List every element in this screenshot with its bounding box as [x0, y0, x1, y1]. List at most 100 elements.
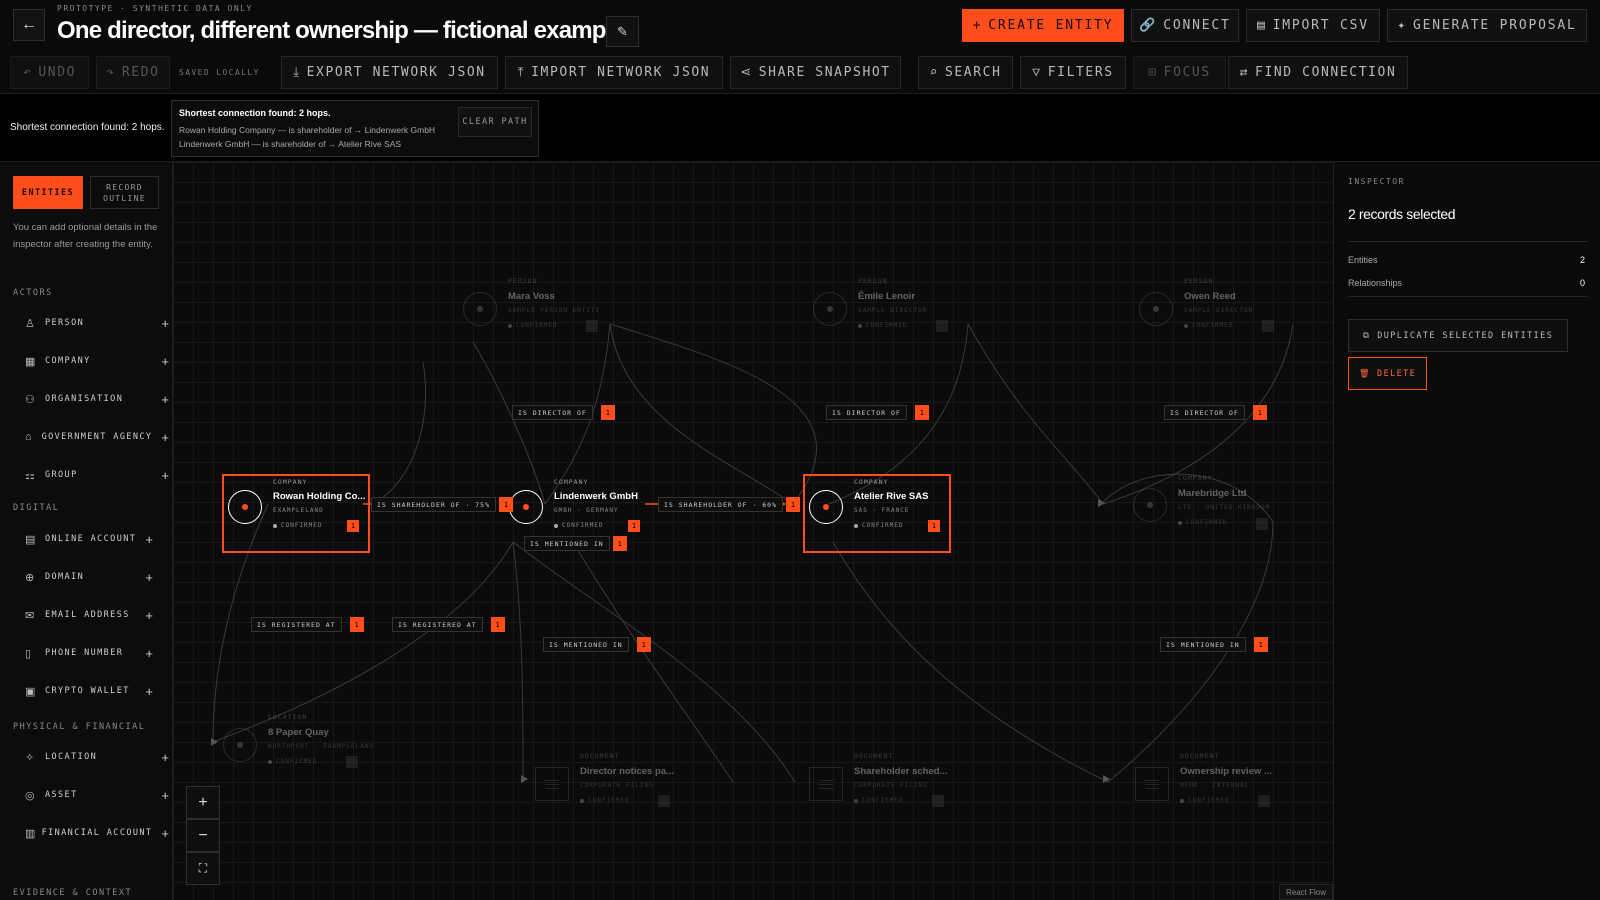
import-csv-button[interactable]: ▤ IMPORT CSV — [1246, 9, 1380, 42]
node-lindenwerk[interactable]: COMPANY Lindenwerk GmbH GMBH · GERMANY C… — [509, 466, 649, 542]
entity-type-email-address[interactable]: ✉ EMAIL ADDRESS + — [13, 600, 153, 630]
sparkle-icon: ✦ — [1397, 18, 1407, 33]
delete-button[interactable]: 🗑 DELETE — [1348, 357, 1427, 390]
clear-path-button[interactable]: CLEAR PATH — [458, 107, 532, 137]
export-network-json-button[interactable]: ⤓ EXPORT NETWORK JSON — [281, 56, 498, 89]
node-marebridge[interactable]: COMPANY Marebridge Ltd LTD · UNITED KING… — [1133, 468, 1269, 540]
edge-count-badge: 1 — [786, 497, 801, 512]
zoom-in-button[interactable]: + — [186, 786, 220, 819]
entity-type-phone-number[interactable]: ▯ PHONE NUMBER + — [13, 638, 153, 668]
entity-type-person[interactable]: ♙ PERSON + — [13, 308, 169, 338]
tab-entities[interactable]: ENTITIES — [13, 176, 83, 209]
edge-label-text: IS MENTIONED IN — [524, 536, 610, 551]
back-button[interactable]: ← — [13, 9, 45, 41]
edge-label[interactable]: IS DIRECTOR OF 1 — [512, 405, 615, 420]
node-type: DOCUMENT — [580, 752, 620, 760]
link-icon: 🔗 — [1139, 18, 1158, 33]
entity-type-crypto-wallet[interactable]: ▣ CRYPTO WALLET + — [13, 676, 153, 706]
search-button[interactable]: ⌕ SEARCH — [918, 56, 1013, 89]
node-director-notices[interactable]: DOCUMENT Director notices pa... CORPORAT… — [535, 745, 674, 817]
node-count-badge: 1 — [932, 795, 944, 807]
entity-type-location[interactable]: ✧ LOCATION + — [13, 742, 169, 772]
node-status: CONFIRMED — [580, 797, 630, 804]
node-emile-lenoir[interactable]: PERSON Émile Lenoir SAMPLE DIRECTOR CONF… — [813, 270, 948, 342]
undo-button[interactable]: ↶ UNDO — [10, 56, 89, 89]
node-paper-quay[interactable]: LOCATION 8 Paper Quay NORTHPORT · EXAMPL… — [223, 706, 373, 778]
entity-icon — [1139, 292, 1173, 326]
node-subtitle: EXAMPLELAND — [273, 507, 324, 514]
arrowhead — [211, 738, 218, 746]
edge[interactable] — [372, 361, 426, 505]
edge-label[interactable]: IS MENTIONED IN 1 — [543, 637, 651, 652]
edge[interactable] — [1107, 521, 1274, 783]
node-owen-reed[interactable]: PERSON Owen Reed SAMPLE DIRECTOR CONFIRM… — [1139, 270, 1274, 342]
edge-label[interactable]: IS SHAREHOLDER OF · 75% 1 — [371, 497, 514, 512]
stat-relationships: Relationships 0 — [1348, 278, 1585, 288]
node-status-text: CONFIRMED — [1192, 322, 1234, 329]
entity-type-label: EMAIL ADDRESS — [45, 610, 130, 620]
node-rowan-holding[interactable]: COMPANY Rowan Holding Co... EXAMPLELAND … — [228, 466, 368, 542]
node-subtitle: SAS · FRANCE — [854, 507, 910, 514]
group-label-physical-financial: PHYSICAL & FINANCIAL — [13, 722, 146, 732]
node-status-text: CONFIRMED — [516, 322, 558, 329]
entity-type-company[interactable]: ▦ COMPANY + — [13, 346, 169, 376]
edit-title-button[interactable]: ✎ — [606, 16, 639, 47]
graph-canvas[interactable]: PERSON Mara Voss SAMPLE PERSON ENTITY CO… — [173, 162, 1333, 900]
zoom-out-button[interactable]: − — [186, 819, 220, 852]
entity-type-government-agency[interactable]: ⌂ GOVERNMENT AGENCY + — [13, 422, 169, 452]
edge-label[interactable]: IS DIRECTOR OF 1 — [1164, 405, 1267, 420]
node-count-badge: 1 — [936, 320, 948, 332]
edge-label[interactable]: IS MENTIONED IN 1 — [524, 536, 627, 551]
node-status: CONFIRMED — [858, 322, 908, 329]
entity-type-financial-account[interactable]: ▥ FINANCIAL ACCOUNT + — [13, 818, 169, 848]
create-entity-button[interactable]: + CREATE ENTITY — [962, 9, 1124, 42]
entity-type-group[interactable]: ⚏ GROUP + — [13, 460, 169, 490]
fit-view-button[interactable]: ⛶ — [186, 852, 220, 885]
edge-count-badge: 1 — [1252, 405, 1267, 420]
connect-button[interactable]: 🔗 CONNECT — [1131, 9, 1239, 42]
node-type: PERSON — [1184, 277, 1214, 285]
edge-label[interactable]: IS REGISTERED AT 1 — [251, 617, 364, 632]
app-window: ← PROTOTYPE · SYNTHETIC DATA ONLY One di… — [0, 0, 1600, 900]
react-flow-attribution[interactable]: React Flow — [1278, 884, 1333, 900]
redo-button[interactable]: ↷ REDO — [96, 56, 170, 89]
tab-record-outline[interactable]: RECORD OUTLINE — [90, 176, 159, 209]
node-status: CONFIRMED — [1180, 797, 1230, 804]
edge[interactable] — [512, 541, 524, 783]
filter-icon: ▽ — [1032, 65, 1042, 80]
entity-type-domain[interactable]: ⊕ DOMAIN + — [13, 562, 153, 592]
entity-sidebar: ENTITIES RECORD OUTLINE You can add opti… — [0, 162, 173, 900]
group-label-digital: DIGITAL — [13, 503, 60, 513]
org-chart-icon: ⚇ — [25, 393, 35, 406]
generate-proposal-button[interactable]: ✦ GENERATE PROPOSAL — [1387, 9, 1587, 42]
entity-type-asset[interactable]: ◎ ASSET + — [13, 780, 169, 810]
toolbar: ↶ UNDO ↷ REDO SAVED LOCALLY ⤓ EXPORT NETWOR… — [0, 55, 1600, 92]
share-snapshot-button[interactable]: ⋖ SHARE SNAPSHOT — [730, 56, 901, 89]
node-subtitle: MEMO · INTERNAL — [1180, 782, 1250, 789]
path-banner: Shortest connection found: 2 hops. Short… — [0, 93, 1600, 162]
edge-label[interactable]: IS SHAREHOLDER OF · 60% 1 — [658, 497, 801, 512]
node-type: PERSON — [508, 277, 538, 285]
duplicate-selected-button[interactable]: ⧉ DUPLICATE SELECTED ENTITIES — [1348, 319, 1568, 352]
edge-label-text: IS MENTIONED IN — [1160, 637, 1246, 652]
import-network-json-button[interactable]: ⤒ IMPORT NETWORK JSON — [505, 56, 723, 89]
focus-button[interactable]: ⊡ FOCUS — [1133, 56, 1226, 89]
find-connection-button[interactable]: ⇄ FIND CONNECTION — [1228, 56, 1408, 89]
filters-button[interactable]: ▽ FILTERS — [1020, 56, 1126, 89]
node-name: Owen Reed — [1184, 291, 1236, 302]
edge-label[interactable]: IS MENTIONED IN 1 — [1160, 637, 1268, 652]
entity-type-online-account[interactable]: ▤ ONLINE ACCOUNT + — [13, 524, 153, 554]
entity-type-organisation[interactable]: ⚇ ORGANISATION + — [13, 384, 169, 414]
node-atelier-rive[interactable]: COMPANY Atelier Rive SAS SAS · FRANCE CO… — [809, 466, 949, 542]
edge-label-text: IS SHAREHOLDER OF · 60% — [658, 497, 784, 512]
node-shareholder-schedule[interactable]: DOCUMENT Shareholder sched... CORPORATE … — [809, 745, 947, 817]
edge-label[interactable]: IS REGISTERED AT 1 — [392, 617, 505, 632]
download-icon: ⤓ — [293, 65, 301, 80]
node-ownership-review[interactable]: DOCUMENT Ownership review ... MEMO · INT… — [1135, 745, 1272, 817]
node-mara-voss[interactable]: PERSON Mara Voss SAMPLE PERSON ENTITY CO… — [463, 270, 599, 342]
edge[interactable] — [967, 323, 1104, 505]
edge-label-text: IS DIRECTOR OF — [826, 405, 907, 420]
sidebar-hint: You can add optional details in the insp… — [13, 222, 158, 250]
node-type: DOCUMENT — [1180, 752, 1220, 760]
edge-label[interactable]: IS DIRECTOR OF 1 — [826, 405, 929, 420]
